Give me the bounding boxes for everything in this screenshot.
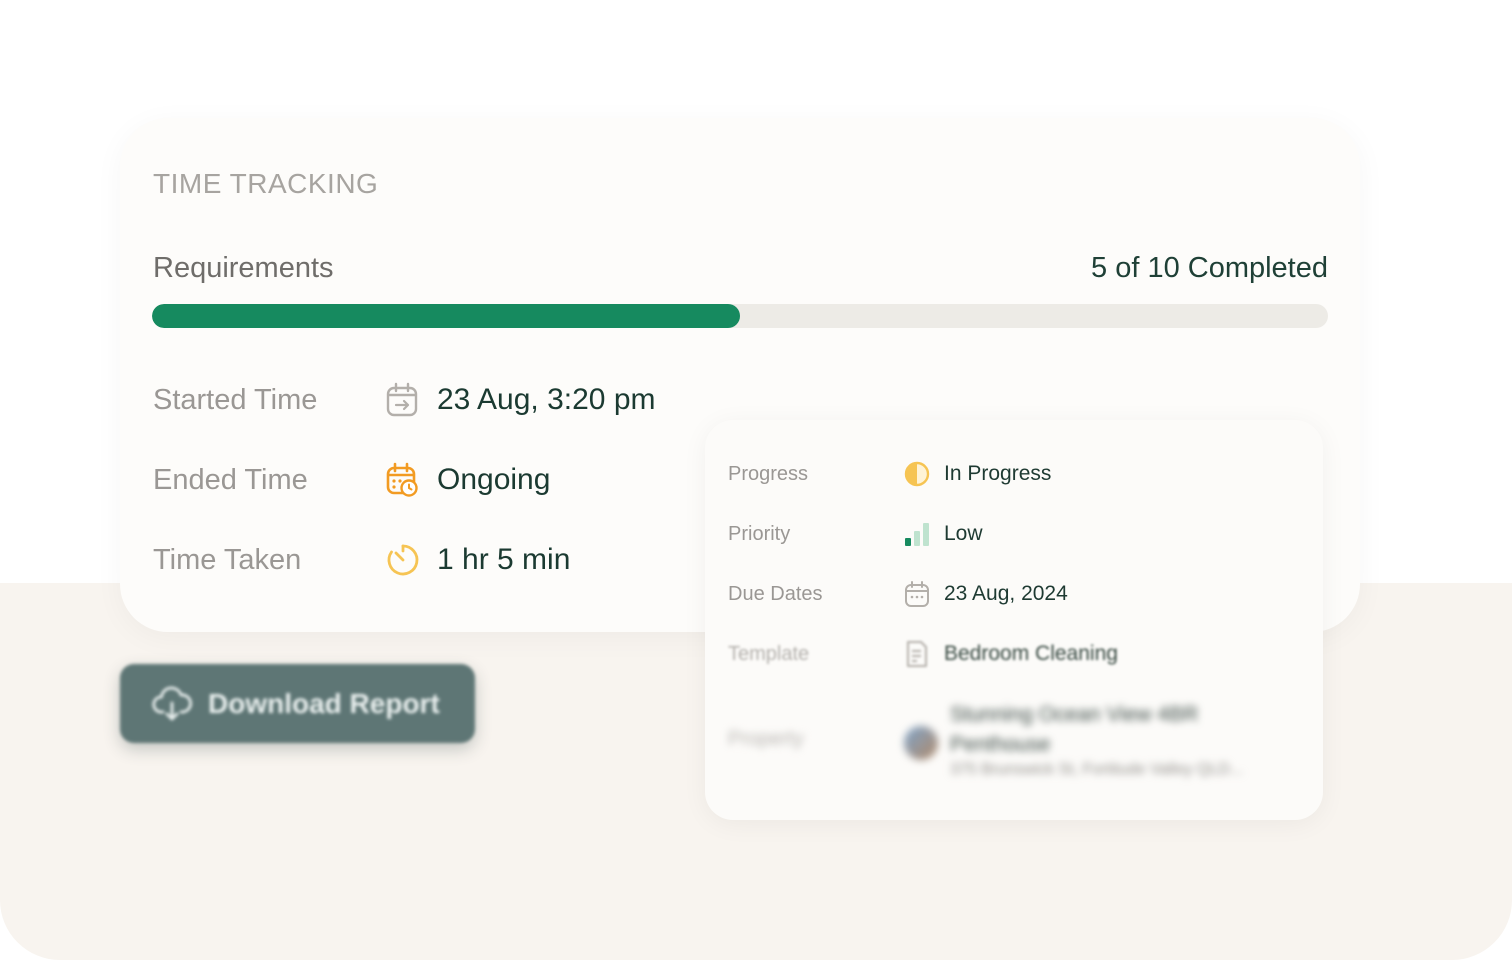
priority-label: Priority <box>728 522 791 545</box>
template-row: Template Bedroom Cleaning <box>728 638 1118 670</box>
requirements-label: Requirements <box>153 252 334 284</box>
requirements-progress-bar <box>152 304 1328 328</box>
due-date-row: Due Dates 23 Aug, 2024 <box>728 578 1068 610</box>
half-circle-icon <box>904 458 944 490</box>
time-taken-label: Time Taken <box>153 543 302 576</box>
started-time-label: Started Time <box>153 383 318 416</box>
calendar-arrow-icon <box>385 380 437 420</box>
template-label: Template <box>728 642 810 665</box>
requirements-count: 5 of 10 Completed <box>1091 252 1328 284</box>
due-date-label: Due Dates <box>728 582 823 605</box>
task-details-panel: Progress In Progress Priority Low Due Da… <box>705 420 1323 820</box>
calendar-clock-icon <box>385 460 437 500</box>
due-date-value: 23 Aug, 2024 <box>944 582 1068 605</box>
progress-label: Progress <box>728 462 809 485</box>
property-address: 375 Brunswick St, Fortitude Valley QLD..… <box>950 761 1244 778</box>
started-time-row: Started Time 23 Aug, 3:20 pm <box>153 380 656 420</box>
progress-row: Progress In Progress <box>728 458 1051 490</box>
cloud-download-icon <box>152 684 194 724</box>
download-report-label: Download Report <box>208 687 440 719</box>
timer-icon <box>385 540 437 580</box>
signal-bars-icon <box>904 518 944 550</box>
progress-value: In Progress <box>944 462 1052 485</box>
calendar-icon <box>904 578 944 610</box>
ended-time-label: Ended Time <box>153 463 308 496</box>
priority-row: Priority Low <box>728 518 983 550</box>
property-label: Property <box>728 728 804 750</box>
document-icon <box>904 638 944 670</box>
requirements-progress-fill <box>152 304 740 328</box>
ended-time-row: Ended Time Ongoing <box>153 460 550 500</box>
download-report-button[interactable]: Download Report <box>120 664 475 743</box>
section-title: TIME TRACKING <box>153 168 379 199</box>
time-taken-row: Time Taken 1 hr 5 min <box>153 540 570 580</box>
property-row: Property Stunning Ocean View 4BR Penthou… <box>728 700 1308 780</box>
priority-value: Low <box>944 522 983 545</box>
time-taken-value: 1 hr 5 min <box>437 543 571 576</box>
property-name: Stunning Ocean View 4BR Penthouse <box>950 703 1199 756</box>
ended-time-value: Ongoing <box>437 463 551 496</box>
started-time-value: 23 Aug, 3:20 pm <box>437 383 656 416</box>
template-value: Bedroom Cleaning <box>944 642 1118 665</box>
property-thumbnail <box>904 726 938 760</box>
